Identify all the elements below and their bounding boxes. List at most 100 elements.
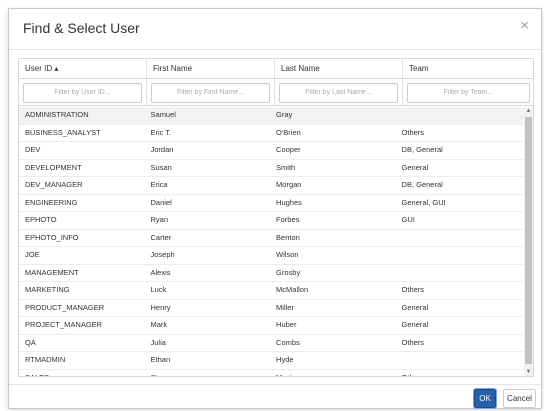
table-row[interactable]: BUSINESS_ANALYST Eric T. O'Brien Others <box>19 125 525 142</box>
scroll-down-icon[interactable]: ▼ <box>524 368 533 376</box>
cell-user-id: ADMINISTRATION <box>25 110 89 119</box>
table-row[interactable]: QA Julia Combs Others <box>19 335 525 352</box>
cell-first-name: Mark <box>150 320 168 329</box>
scroll-up-icon[interactable]: ▲ <box>524 107 533 115</box>
table-row[interactable]: EPHOTO Ryan Forbes GUI <box>19 212 525 230</box>
column-header-first-name[interactable]: First Name <box>147 59 275 78</box>
cell-last-name: Wilson <box>276 250 299 259</box>
scrollbar-thumb[interactable] <box>525 117 532 364</box>
cell-team <box>396 107 525 124</box>
cell-first-name: Steve <box>150 372 170 377</box>
cell-user-id: DEVELOPMENT <box>25 162 82 172</box>
cell-team: General <box>401 162 429 172</box>
cell-last-name: Martin <box>276 372 297 377</box>
table-row[interactable]: JOE Joseph Wilson <box>19 247 525 265</box>
cell-last-name: Cooper <box>276 145 301 154</box>
table-row[interactable]: PRODUCT_MANAGER Henry Miller General <box>19 300 525 317</box>
cell-user-id: PROJECT_MANAGER <box>25 320 103 329</box>
cell-user-id: QA <box>25 337 36 347</box>
filter-team-input[interactable] <box>407 82 530 103</box>
column-header-team[interactable]: Team <box>403 59 533 78</box>
cell-last-name: Gray <box>276 110 293 119</box>
filter-first-name-input[interactable] <box>151 82 270 103</box>
table-row[interactable]: RTMADMIN Ethan Hyde <box>19 352 525 370</box>
cell-user-id: EPHOTO <box>25 215 57 224</box>
column-header-user-id[interactable]: User ID ▴ <box>19 59 147 78</box>
filter-last-name-input[interactable] <box>279 82 398 103</box>
table-row[interactable]: MARKETING Luck McMallon Others <box>19 282 525 300</box>
cell-user-id: DEV <box>25 145 41 154</box>
dialog-title: Find & Select User <box>23 20 140 36</box>
cell-first-name: Luck <box>150 285 167 294</box>
table-row[interactable]: EPHOTO_INFO Carter Benton <box>19 230 525 247</box>
cell-first-name: Erica <box>150 180 168 189</box>
cell-last-name: Morgan <box>276 180 302 189</box>
cell-first-name: Eric T. <box>150 127 172 137</box>
table-row[interactable]: ENGINEERING Daniel Hughes General, GUI <box>19 195 525 212</box>
cell-last-name: Combs <box>276 337 300 347</box>
header-divider <box>9 49 541 50</box>
cell-first-name: Henry <box>150 302 171 312</box>
cell-user-id: BUSINESS_ANALYST <box>25 127 101 137</box>
filter-cell <box>275 78 403 105</box>
cell-user-id: ENGINEERING <box>25 197 78 207</box>
filter-cell <box>19 78 147 105</box>
cell-first-name: Alexis <box>150 267 171 277</box>
table-row[interactable]: ADMINISTRATION Samuel Gray <box>19 107 525 125</box>
cell-first-name: Jordan <box>150 145 174 154</box>
cell-team <box>396 265 525 282</box>
cell-user-id: MARKETING <box>25 285 70 294</box>
cell-last-name: Huber <box>276 320 297 329</box>
cell-last-name: McMallon <box>276 285 309 294</box>
cell-team: Others <box>401 285 425 294</box>
cell-first-name: Ethan <box>150 355 171 364</box>
cell-team: Others <box>401 127 425 137</box>
cell-first-name: Susan <box>150 162 172 172</box>
footer-divider <box>9 384 541 385</box>
cell-last-name: Benton <box>276 232 300 242</box>
cell-user-id: EPHOTO_INFO <box>25 232 79 242</box>
ok-button[interactable]: OK <box>473 388 497 409</box>
cell-last-name: O'Brien <box>276 127 301 137</box>
filter-cell <box>147 78 275 105</box>
filter-cell <box>403 78 533 105</box>
table-row[interactable]: DEV Jordan Cooper DB, General <box>19 142 525 160</box>
close-icon[interactable]: × <box>520 17 529 34</box>
cell-last-name: Hyde <box>276 355 294 364</box>
filter-row <box>19 78 533 106</box>
cell-user-id: JOE <box>25 250 40 259</box>
table-row[interactable]: PROJECT_MANAGER Mark Huber General <box>19 317 525 335</box>
cell-user-id: MANAGEMENT <box>25 267 79 277</box>
cell-last-name: Hughes <box>276 197 302 207</box>
cell-first-name: Ryan <box>150 215 169 224</box>
filter-user-id-input[interactable] <box>23 82 142 103</box>
table-row[interactable]: SALES Steve Martin Others <box>19 370 525 377</box>
cell-last-name: Miller <box>276 302 294 312</box>
cell-team: DB, General <box>401 145 443 154</box>
cell-team: General <box>401 302 429 312</box>
cell-user-id: DEV_MANAGER <box>25 180 83 189</box>
cell-team <box>396 352 525 369</box>
cancel-button[interactable]: Cancel <box>503 389 536 408</box>
cell-team <box>396 247 525 264</box>
cell-first-name: Daniel <box>150 197 172 207</box>
cell-team: GUI <box>401 215 415 224</box>
table-row[interactable]: DEV_MANAGER Erica Morgan DB, General <box>19 177 525 195</box>
vertical-scrollbar[interactable]: ▲ ▼ <box>524 107 533 376</box>
table-body: ADMINISTRATION Samuel Gray BUSINESS_ANALYST… <box>19 107 525 377</box>
cell-first-name: Carter <box>150 232 172 242</box>
table-row[interactable]: MANAGEMENT Alexis Grosby <box>19 265 525 282</box>
cell-last-name: Grosby <box>276 267 301 277</box>
cell-first-name: Julia <box>150 337 166 347</box>
cell-team: General <box>401 320 429 329</box>
cell-user-id: PRODUCT_MANAGER <box>25 302 105 312</box>
cell-first-name: Joseph <box>150 250 175 259</box>
cell-user-id: SALES <box>25 372 50 377</box>
table-row[interactable]: DEVELOPMENT Susan Smith General <box>19 160 525 177</box>
cell-last-name: Smith <box>276 162 296 172</box>
cell-first-name: Samuel <box>150 110 176 119</box>
users-grid: User ID ▴ First Name Last Name Team ADMI… <box>18 58 534 377</box>
column-header-last-name[interactable]: Last Name <box>275 59 403 78</box>
cell-team: DB, General <box>401 180 443 189</box>
cell-team: Others <box>401 337 425 347</box>
